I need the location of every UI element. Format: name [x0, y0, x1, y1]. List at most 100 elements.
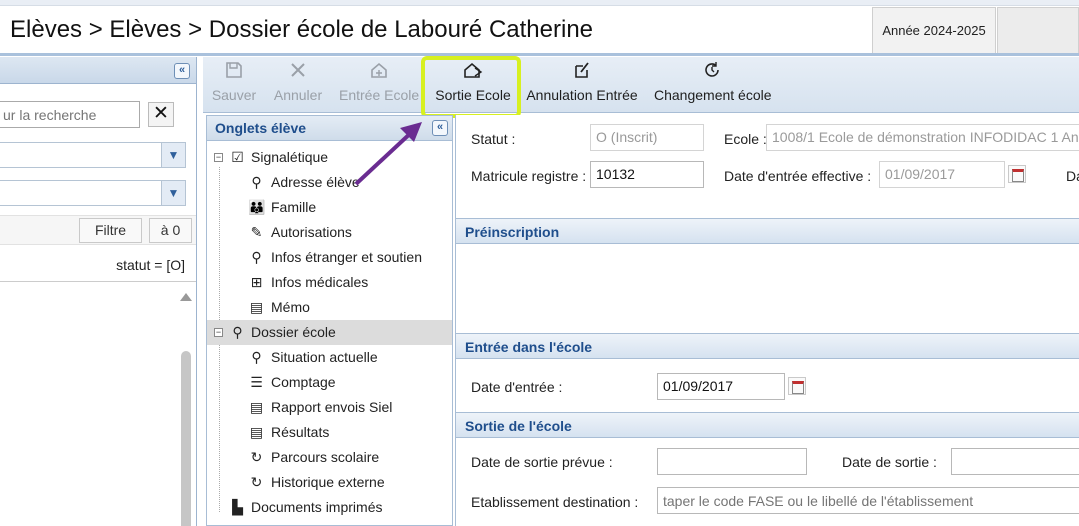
tree-label: Infos médicales — [271, 274, 369, 290]
medical-icon: ⊞ — [250, 274, 263, 290]
collapse-node-icon[interactable]: − — [214, 153, 223, 162]
tree-item-documents[interactable]: ▙ Documents imprimés — [207, 495, 452, 520]
list-icon: ☰ — [250, 374, 263, 390]
matricule-field[interactable]: 10132 — [590, 161, 704, 188]
edit-icon — [526, 57, 638, 83]
history-icon: ↻ — [250, 449, 263, 465]
cancel-button[interactable]: Annuler — [269, 57, 327, 113]
tree-label: Famille — [271, 199, 317, 215]
date-entree-effective-field[interactable]: 01/09/2017 — [879, 161, 1005, 188]
magnifier-icon: ⚲ — [251, 349, 262, 365]
filter-toolbar: Filtre à 0 — [0, 215, 196, 245]
clear-search-button[interactable]: ✕ — [148, 102, 174, 127]
filter-button[interactable]: Filtre — [79, 218, 142, 243]
printer-doc-icon: ▙ — [232, 499, 243, 515]
collapse-tabs-icon[interactable]: « — [432, 120, 448, 136]
tree-item-memo[interactable]: ▤ Mémo — [207, 295, 452, 320]
tree-item-dossier-ecole[interactable]: − ⚲ Dossier école — [207, 320, 452, 345]
tree-item-famille[interactable]: 👪 Famille — [207, 195, 452, 220]
tree-label: Autorisations — [271, 224, 352, 240]
history-icon — [654, 57, 770, 83]
annotation-arrow — [354, 122, 422, 186]
header-divider — [0, 53, 1079, 56]
tree-label: Dossier école — [251, 324, 336, 340]
tree-label: Résultats — [271, 424, 330, 440]
search-input[interactable] — [0, 101, 140, 128]
save-label: Sauver — [211, 87, 257, 103]
year-tab[interactable]: Année 2024-2025 — [872, 7, 996, 53]
tree-item-parcours[interactable]: ↻ Parcours scolaire — [207, 445, 452, 470]
matricule-label: Matricule registre : — [471, 168, 587, 184]
tabs-panel-title: Onglets élève — [215, 120, 307, 136]
tree-label: Parcours scolaire — [271, 449, 380, 465]
ecole-label: Ecole : — [724, 131, 767, 147]
tree-item-comptage[interactable]: ☰ Comptage — [207, 370, 452, 395]
chevron-down-icon: ▼ — [161, 181, 185, 205]
etablissement-input[interactable] — [657, 487, 1079, 514]
school-entry-label: Entrée Ecole — [339, 87, 420, 103]
tree-label: Infos étranger et soutien — [271, 249, 422, 265]
calendar-icon[interactable] — [788, 377, 806, 395]
tree-item-autorisations[interactable]: ✎ Autorisations — [207, 220, 452, 245]
save-icon — [209, 57, 259, 83]
collapse-left-icon[interactable]: « — [174, 63, 190, 79]
id-card-icon: ☑ — [231, 149, 244, 165]
school-entry-button[interactable]: Entrée Ecole — [339, 57, 419, 113]
table-icon: ▤ — [249, 424, 264, 440]
page-title: Elèves > Elèves > Dossier école de Labou… — [10, 16, 594, 43]
reset-button[interactable]: à 0 — [149, 218, 192, 243]
tree-label: Historique externe — [271, 474, 385, 490]
tree-label: Mémo — [271, 299, 310, 315]
tree-item-rapport-siel[interactable]: ▤ Rapport envois Siel — [207, 395, 452, 420]
date-entree-label: Date d'entrée : — [471, 379, 563, 395]
tree-label: Comptage — [271, 374, 336, 390]
location-pin-icon: ⚲ — [232, 324, 243, 340]
change-school-label: Changement école — [654, 87, 772, 103]
scrollbar-thumb[interactable] — [181, 351, 191, 526]
statut-filter-text: statut = [O] — [116, 257, 185, 273]
ecole-field[interactable]: 1008/1 Ecole de démonstration INFODIDAC … — [766, 124, 1079, 151]
calendar-icon[interactable] — [1008, 165, 1026, 183]
filter-select-2[interactable]: ▼ — [0, 180, 186, 206]
cancel-label: Annuler — [273, 87, 323, 103]
blank-tab — [997, 7, 1079, 53]
date-sortie-field[interactable] — [951, 448, 1079, 475]
top-strip — [0, 0, 1079, 6]
highlight-annotation — [421, 56, 521, 118]
collapse-node-icon[interactable]: − — [214, 328, 223, 337]
search-panel-header: « — [0, 57, 196, 84]
section-preinscription[interactable]: Préinscription — [456, 218, 1079, 244]
section-entree[interactable]: Entrée dans l'école — [456, 333, 1079, 359]
tree-item-infos-medicales[interactable]: ⊞ Infos médicales — [207, 270, 452, 295]
cancel-entry-button[interactable]: Annulation Entrée — [526, 57, 638, 113]
tree-label: Documents imprimés — [251, 499, 383, 515]
school-record-form: Statut : O (Inscrit) Ecole : 1008/1 Ecol… — [455, 115, 1079, 526]
pin-icon: ⚲ — [251, 249, 262, 265]
family-icon: 👪 — [248, 199, 266, 215]
statut-field[interactable]: O (Inscrit) — [590, 124, 704, 151]
pen-icon: ✎ — [250, 224, 263, 240]
scroll-up-icon[interactable] — [180, 293, 192, 301]
save-button[interactable]: Sauver — [209, 57, 259, 113]
search-panel: « ✕ ▼ ▼ Filtre à 0 statut = [O] — [0, 57, 197, 526]
memo-icon: ▤ — [249, 299, 264, 315]
action-toolbar: Sauver Annuler Entrée Ecole Sortie Ecole… — [203, 57, 1079, 113]
date-sortie-prevue-label: Date de sortie prévue : — [471, 454, 613, 470]
filter-select-1[interactable]: ▼ — [0, 142, 186, 168]
date-entree-field[interactable]: 01/09/2017 — [657, 373, 785, 400]
date-entree-effective-label: Date d'entrée effective : — [724, 168, 872, 184]
tree-item-infos-etranger[interactable]: ⚲ Infos étranger et soutien — [207, 245, 452, 270]
truncated-label: Da — [1066, 168, 1079, 184]
tree-label: Signalétique — [251, 149, 329, 165]
section-sortie[interactable]: Sortie de l'école — [456, 412, 1079, 438]
tree-label: Rapport envois Siel — [271, 399, 393, 415]
results-list[interactable] — [0, 281, 196, 526]
statut-label: Statut : — [471, 131, 516, 147]
tree-item-historique[interactable]: ↻ Historique externe — [207, 470, 452, 495]
chevron-down-icon: ▼ — [161, 143, 185, 167]
change-school-button[interactable]: Changement école — [654, 57, 772, 113]
location-pin-icon: ⚲ — [251, 174, 262, 190]
tree-item-resultats[interactable]: ▤ Résultats — [207, 420, 452, 445]
date-sortie-prevue-field[interactable] — [657, 448, 807, 475]
tree-item-situation[interactable]: ⚲ Situation actuelle — [207, 345, 452, 370]
